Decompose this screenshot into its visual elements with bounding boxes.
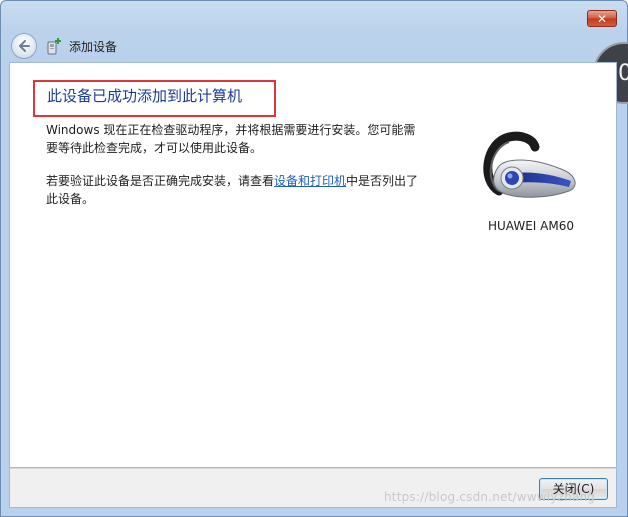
devices-printers-link[interactable]: 设备和打印机 xyxy=(274,174,346,188)
add-device-icon xyxy=(47,38,61,55)
verify-install-text: 若要验证此设备是否正确完成安装，请查看设备和打印机中是否列出了此设备。 xyxy=(46,172,426,208)
close-icon: ✕ xyxy=(596,12,608,26)
window-close-button[interactable]: ✕ xyxy=(587,10,617,27)
verify-text-start: 若要验证此设备是否正确完成安装，请查看 xyxy=(46,174,275,188)
bluetooth-headset-icon xyxy=(483,131,576,198)
driver-check-text: Windows 现在正在检查驱动程序，并将根据需要进行安装。您可能需要等待此检查… xyxy=(46,123,416,155)
back-button[interactable] xyxy=(11,33,37,59)
page-title: 此设备已成功添加到此计算机 xyxy=(47,87,243,105)
device-name: HUAWEI AM60 xyxy=(488,219,574,233)
back-arrow-icon xyxy=(19,40,30,52)
watermark: https://blog.csdn.net/wwwlyzhang xyxy=(384,490,596,504)
window-title: 添加设备 xyxy=(69,40,118,54)
